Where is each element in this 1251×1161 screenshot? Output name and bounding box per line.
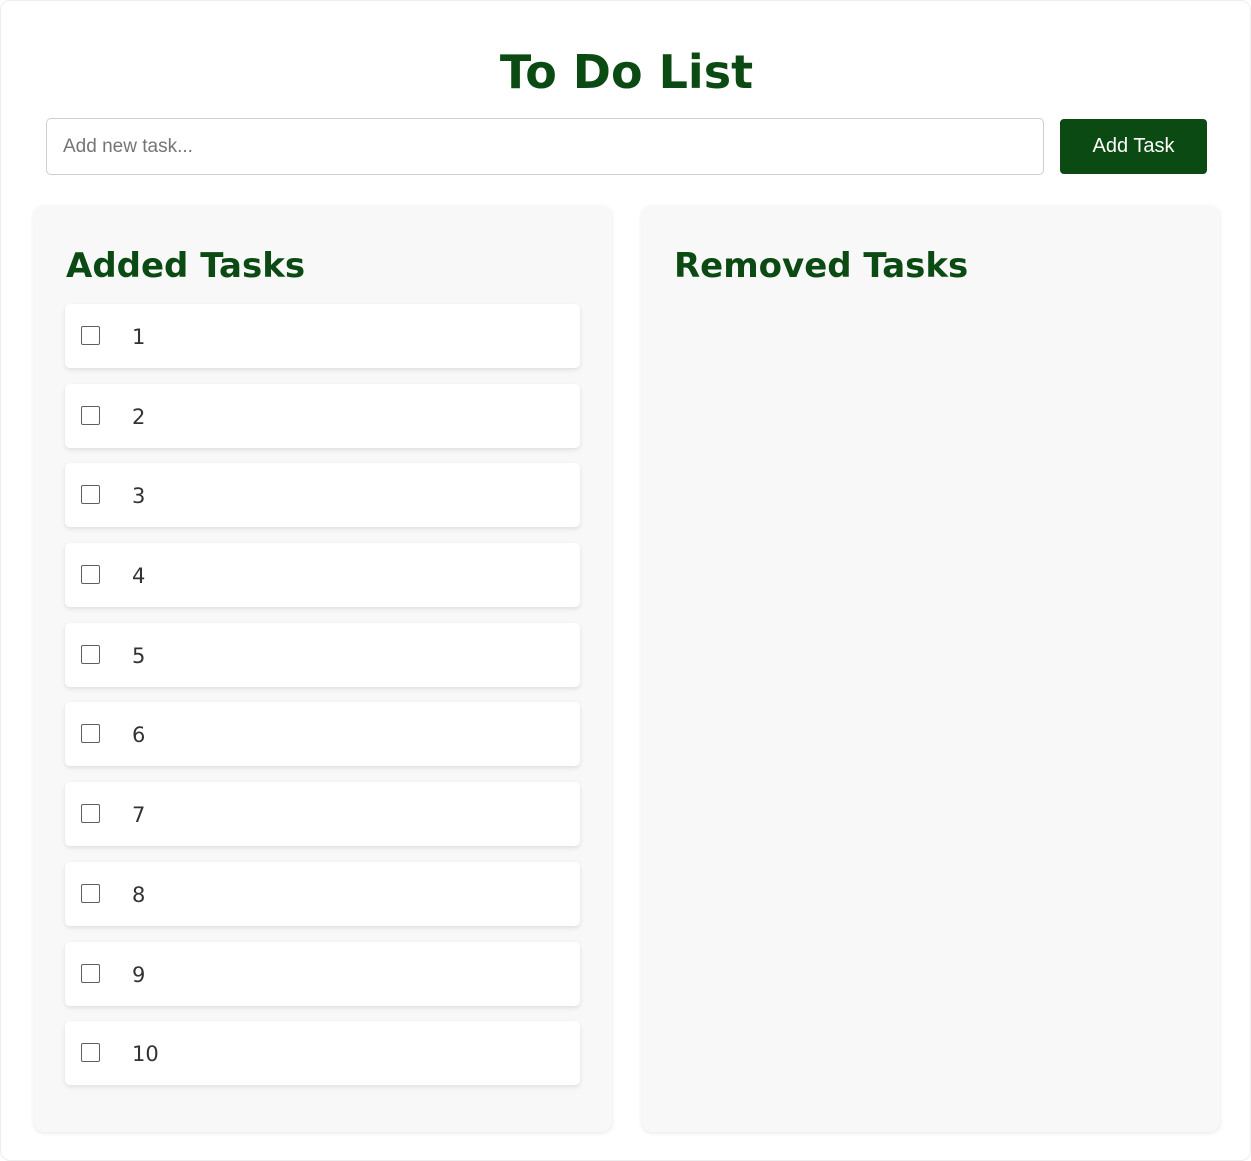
task-text: 1 [132,325,146,349]
task-checkbox[interactable] [81,405,100,425]
page-title: To Do List [499,45,754,99]
removed-tasks-heading: Removed Tasks [674,246,969,286]
task-item: 1 [65,304,580,368]
new-task-input[interactable] [46,118,1044,175]
task-item: 7 [65,782,580,847]
task-item: 4 [65,543,580,608]
task-item: 8 [65,861,580,926]
task-checkbox[interactable] [81,1043,100,1063]
task-text: 8 [132,882,146,907]
task-checkbox[interactable] [81,883,100,903]
removed-tasks-panel: Removed Tasks [642,206,1220,1132]
task-item: 3 [65,463,580,528]
task-item: 6 [65,702,580,767]
added-tasks-heading: Added Tasks [66,246,306,286]
task-text: 6 [132,723,146,748]
task-checkbox[interactable] [81,565,100,585]
task-text: 7 [132,803,146,828]
add-task-button[interactable]: Add Task [1060,119,1207,174]
task-checkbox[interactable] [81,724,100,744]
todo-app: To Do List Add Task Added Tasks 1 2 3 4 [0,0,1251,1161]
task-checkbox[interactable] [81,804,100,824]
task-item: 5 [65,622,580,687]
task-text: 2 [132,404,146,429]
added-tasks-list: 1 2 3 4 5 6 7 8 9 10 [65,304,580,1101]
task-item: 10 [65,1021,580,1086]
task-checkbox[interactable] [81,644,100,664]
task-checkbox[interactable] [81,963,100,983]
task-text: 3 [132,484,146,509]
task-item: 9 [65,941,580,1006]
task-text: 10 [132,1042,159,1067]
task-text: 9 [132,962,146,987]
task-checkbox[interactable] [81,485,100,505]
added-tasks-panel: Added Tasks 1 2 3 4 5 6 7 8 9 10 [34,206,612,1132]
task-checkbox[interactable] [81,326,100,345]
task-item: 2 [65,383,580,448]
task-text: 5 [132,643,146,668]
task-text: 4 [132,564,146,589]
